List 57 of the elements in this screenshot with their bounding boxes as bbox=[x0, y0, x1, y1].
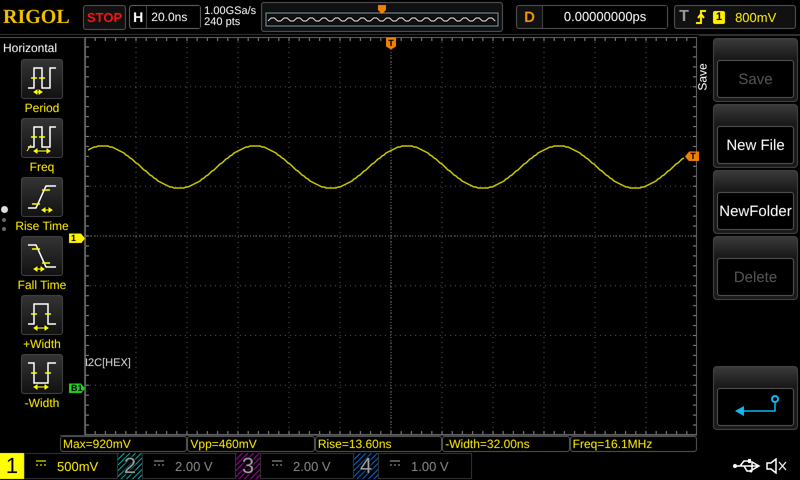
channel-scale-panel[interactable]: 2.00 V bbox=[260, 453, 354, 480]
channel-scale: 1.00 V bbox=[411, 458, 449, 474]
channel-marker[interactable]: 1 bbox=[69, 233, 85, 244]
measure-label: Fall Time bbox=[18, 278, 66, 292]
timebase-panel[interactable]: H 20.0ns bbox=[129, 5, 202, 30]
measure-label: Period bbox=[24, 101, 60, 116]
trigger-level: 800mV bbox=[735, 10, 776, 25]
sample-rate: 1.00GSa/s bbox=[204, 6, 258, 18]
brand-logo: RIGOL bbox=[3, 6, 71, 29]
timebase-label: H bbox=[132, 9, 144, 26]
memory-depth: 240 pts bbox=[204, 17, 242, 28]
channel-scale-panel[interactable]: 2.00 V bbox=[142, 453, 236, 480]
measure-label: Rise Time bbox=[15, 219, 69, 234]
delay-panel[interactable]: D 0.00000000ps bbox=[516, 5, 668, 30]
channel-scale: 2.00 V bbox=[175, 458, 213, 474]
trigger-label: T bbox=[679, 8, 689, 26]
run-stop-button[interactable]: STOP bbox=[83, 4, 126, 30]
measure-button[interactable] bbox=[21, 354, 63, 394]
dc-coupling-icon bbox=[153, 459, 165, 468]
measure-button[interactable] bbox=[21, 118, 63, 158]
timebase-value: 20.0ns bbox=[146, 6, 200, 28]
channel-scale-panel[interactable]: 1.00 V bbox=[378, 453, 472, 480]
measure-label: +Width bbox=[23, 337, 61, 352]
measure-label: -Width bbox=[24, 396, 60, 410]
channel-number[interactable]: 1 bbox=[0, 453, 24, 480]
channel-scale: 2.00 V bbox=[293, 458, 331, 474]
delay-label: D bbox=[523, 8, 536, 26]
measure-button[interactable] bbox=[21, 177, 63, 218]
menu-title: Horizontal bbox=[2, 40, 58, 58]
speaker-muted-icon bbox=[766, 458, 788, 474]
bus-marker[interactable]: B1 bbox=[69, 383, 85, 394]
dc-coupling-icon bbox=[389, 459, 401, 468]
trigger-level-marker[interactable]: T bbox=[685, 151, 699, 162]
measure-button[interactable] bbox=[21, 295, 63, 336]
trigger-panel[interactable]: T 1 800mV bbox=[674, 5, 796, 30]
measurement-readout: Freq=16.1MHz bbox=[570, 436, 698, 452]
measure-button[interactable] bbox=[21, 236, 63, 276]
measurement-readout: Vpp=460mV bbox=[187, 436, 315, 452]
measure-label: Freq bbox=[30, 160, 54, 174]
dc-coupling-icon bbox=[35, 459, 47, 468]
trigger-position-marker[interactable]: T bbox=[386, 37, 396, 50]
measurement-readout: Max=920mV bbox=[60, 436, 188, 452]
rising-edge-icon bbox=[694, 9, 707, 26]
bus-label: I2C[HEX] bbox=[85, 357, 131, 370]
measure-button[interactable] bbox=[21, 59, 63, 100]
measurement-readout: Rise=13.60ns bbox=[314, 436, 442, 452]
measurement-readout: -Width=32.00ns bbox=[442, 436, 570, 452]
menu-button[interactable]: NewFolder bbox=[717, 192, 794, 230]
menu-title: Save bbox=[696, 64, 710, 92]
trigger-source-badge: 1 bbox=[712, 10, 726, 24]
dc-coupling-icon bbox=[271, 459, 283, 468]
return-button[interactable] bbox=[717, 388, 794, 426]
menu-button[interactable]: New File bbox=[717, 126, 794, 164]
delay-value: 0.00000000ps bbox=[542, 6, 668, 28]
channel-scale: 500mV bbox=[57, 458, 98, 474]
usb-icon bbox=[732, 459, 762, 474]
channel-scale-panel[interactable]: 500mV bbox=[24, 453, 118, 480]
